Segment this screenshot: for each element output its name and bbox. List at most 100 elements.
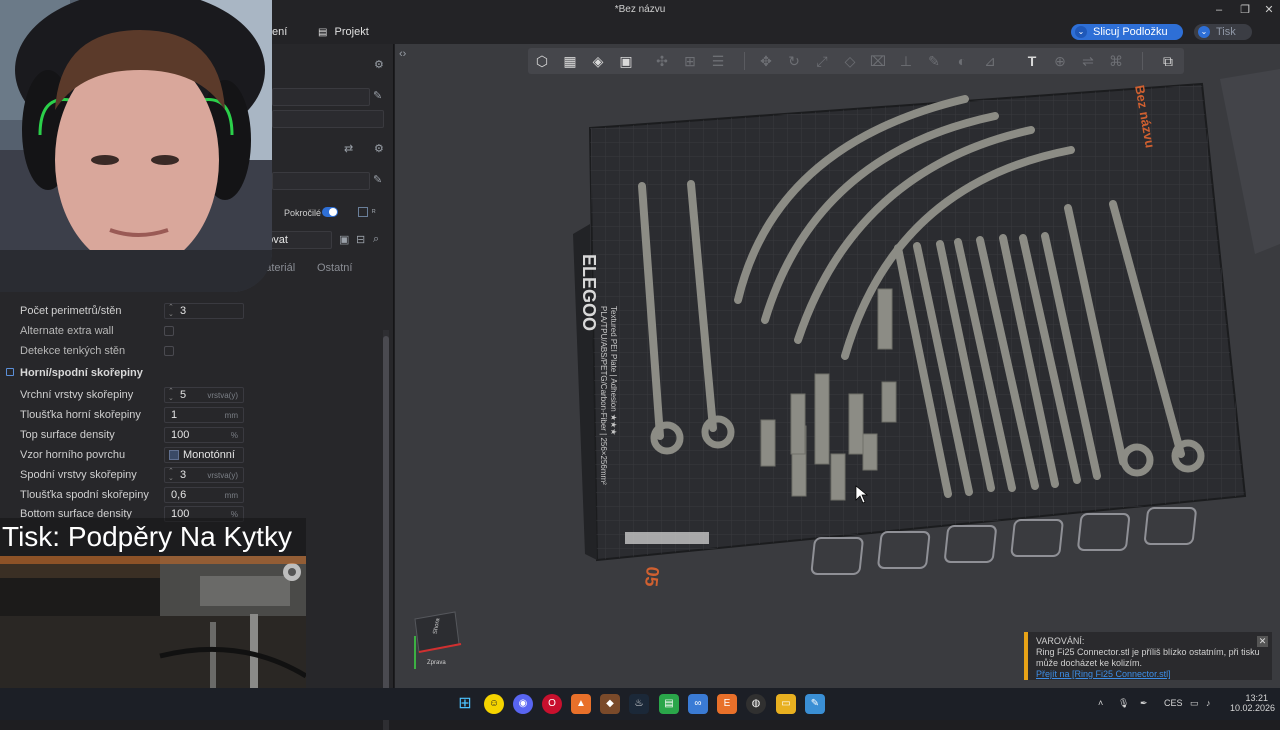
add-cube-icon[interactable]: ⬡ bbox=[532, 51, 552, 71]
discord-icon[interactable]: ◉ bbox=[513, 694, 533, 714]
wall-loops-input[interactable]: ⌃ ⌄ 3 bbox=[164, 303, 244, 319]
bottom-layers-input[interactable]: ⌃ ⌄ 3 vrstva(y) bbox=[164, 467, 244, 483]
layers-icon[interactable]: ☰ bbox=[708, 51, 728, 71]
bed-field[interactable] bbox=[272, 110, 384, 128]
orient-icon[interactable]: ◈ bbox=[588, 51, 608, 71]
plate-thumbnail bbox=[625, 532, 709, 544]
spreadsheet-icon[interactable]: ▤ bbox=[659, 694, 679, 714]
compare-icon[interactable] bbox=[358, 207, 368, 217]
scale-icon[interactable]: ⤢ bbox=[812, 51, 832, 71]
pen-icon[interactable]: ✒ bbox=[1140, 698, 1148, 709]
slicer-app-icon[interactable]: ▲ bbox=[571, 694, 591, 714]
language-indicator[interactable]: CES bbox=[1164, 698, 1183, 708]
slice-plate-button[interactable]: ⌄ Slicuj Podložku bbox=[1071, 24, 1183, 40]
reset-icon[interactable]: ᴿ bbox=[372, 208, 376, 217]
grid-icon[interactable]: ▦ bbox=[560, 51, 580, 71]
paint-app-icon[interactable]: ✎ bbox=[805, 694, 825, 714]
print-button[interactable]: ⌄ Tisk bbox=[1194, 24, 1252, 40]
lay-on-face-icon[interactable]: ◇ bbox=[840, 51, 860, 71]
meet-icon[interactable]: ∞ bbox=[688, 694, 708, 714]
advanced-toggle[interactable] bbox=[322, 207, 338, 217]
webcam-overlay bbox=[0, 0, 272, 292]
brim-icon[interactable]: ⌘ bbox=[1106, 51, 1126, 71]
filament-settings-icon[interactable]: ⚙ bbox=[374, 142, 384, 155]
arrange-icon[interactable]: ▣ bbox=[616, 51, 636, 71]
windows-start-icon[interactable]: ⊞ bbox=[455, 694, 475, 714]
alternate-wall-checkbox[interactable] bbox=[164, 326, 174, 336]
warning-message: Ring Fi25 Connector.stl je příliš blízko… bbox=[1036, 647, 1260, 668]
volume-icon[interactable]: ♪ bbox=[1206, 698, 1211, 708]
edit-icon[interactable]: ✎ bbox=[373, 89, 382, 102]
printer-field[interactable] bbox=[272, 88, 370, 106]
sync-icon[interactable]: ⇄ bbox=[344, 142, 353, 155]
advanced-label: Pokročilé bbox=[284, 208, 322, 218]
rotate-icon[interactable]: ↻ bbox=[784, 51, 804, 71]
param-label: Vzor horního povrchu bbox=[20, 449, 126, 461]
search-icon[interactable]: ⌕ bbox=[373, 233, 379, 246]
scrollbar[interactable] bbox=[383, 330, 389, 730]
top-layers-input[interactable]: ⌃ ⌄ 5 vrstva(y) bbox=[164, 387, 244, 403]
warning-link[interactable]: Přejít na [Ring Fi25 Connector.stl] bbox=[1036, 669, 1264, 680]
filament-field[interactable] bbox=[272, 172, 370, 190]
cut-icon[interactable]: ⌧ bbox=[868, 51, 888, 71]
seam-icon[interactable]: ✎ bbox=[924, 51, 944, 71]
menu-item-prepare[interactable]: ení bbox=[272, 26, 287, 38]
plate-number: 05 bbox=[641, 566, 663, 588]
folder-icon[interactable]: ▭ bbox=[776, 694, 796, 714]
bottom-thickness-input[interactable]: 0,6 mm bbox=[164, 487, 244, 503]
param-label: Spodní vrstvy skořepiny bbox=[20, 469, 137, 481]
monitor-icon[interactable]: ▭ bbox=[1190, 698, 1199, 709]
supports-icon[interactable]: ⊥ bbox=[896, 51, 916, 71]
split-parts-icon[interactable]: ⊞ bbox=[680, 51, 700, 71]
layout-icon[interactable]: ⧉ bbox=[1158, 51, 1178, 71]
split-objects-icon[interactable]: ✣ bbox=[652, 51, 672, 71]
top-density-input[interactable]: 100 % bbox=[164, 427, 244, 443]
paint-icon[interactable]: ◐ bbox=[952, 51, 972, 71]
emboss-icon[interactable]: ⊕ bbox=[1050, 51, 1070, 71]
obs-icon[interactable]: ◍ bbox=[746, 694, 766, 714]
close-icon[interactable]: ✕ bbox=[1257, 636, 1268, 647]
chevron-up-icon[interactable]: ˄ bbox=[1098, 698, 1103, 708]
clock[interactable]: 13:21 10.02.2026 bbox=[1230, 693, 1275, 713]
printer-camera-feed bbox=[0, 556, 306, 688]
delete-icon[interactable]: ⊟ bbox=[356, 233, 365, 246]
unit-label: mm bbox=[224, 491, 238, 500]
snapchat-icon[interactable]: ☺ bbox=[484, 694, 504, 714]
save-icon[interactable]: ▣ bbox=[339, 233, 349, 246]
3d-viewport[interactable]: ‹› ELEGOO PLA/TPU/ABS/PETG/Carbon-Fiber … bbox=[395, 44, 1280, 688]
close-icon[interactable]: ✕ bbox=[1262, 3, 1276, 17]
document-icon: ▤ bbox=[318, 27, 328, 38]
move-icon[interactable]: ✥ bbox=[756, 51, 776, 71]
stepper-icon[interactable]: ⌃ ⌄ bbox=[168, 388, 174, 402]
menu-item-project[interactable]: ▤ Projekt bbox=[318, 26, 369, 38]
param-label: Počet perimetrů/stěn bbox=[20, 305, 122, 317]
stepper-icon[interactable]: ⌃ ⌄ bbox=[168, 468, 174, 482]
maximize-icon[interactable]: ❐ bbox=[1238, 3, 1252, 17]
app-icon[interactable]: ◆ bbox=[600, 694, 620, 714]
edit-icon[interactable]: ✎ bbox=[373, 173, 382, 186]
top-thickness-input[interactable]: 1 mm bbox=[164, 407, 244, 423]
unit-label: vrstva(y) bbox=[207, 391, 238, 400]
chevron-down-icon[interactable]: ⌄ bbox=[1075, 26, 1087, 38]
unit-label: mm bbox=[224, 411, 238, 420]
section-title: Horní/spodní skořepiny bbox=[20, 367, 143, 379]
wall-loops-value: 3 bbox=[180, 305, 187, 317]
text-tool-icon[interactable]: T bbox=[1022, 51, 1042, 71]
nav-cube-front: Zprava bbox=[427, 660, 446, 666]
steam-icon[interactable]: ♨ bbox=[629, 694, 649, 714]
assembly-icon[interactable]: ⇌ bbox=[1078, 51, 1098, 71]
chevron-down-icon[interactable]: ⌄ bbox=[1198, 26, 1210, 38]
stepper-icon[interactable]: ⌃ ⌄ bbox=[168, 304, 174, 318]
clock-time: 13:21 bbox=[1245, 693, 1268, 703]
taskbar: ⊞ ☺ ◉ O ▲ ◆ ♨ ▤ ∞ E ◍ ▭ ✎ ˄ 🎙 ✒ CES ▭ ♪ … bbox=[0, 688, 1280, 720]
minimize-icon[interactable]: – bbox=[1212, 3, 1226, 17]
tab-others[interactable]: Ostatní bbox=[317, 262, 352, 274]
thin-wall-checkbox[interactable] bbox=[164, 346, 174, 356]
mic-icon[interactable]: 🎙 bbox=[1118, 698, 1129, 709]
top-pattern-select[interactable]: Monotónní ... bbox=[164, 447, 244, 475]
measure-icon[interactable]: ⊿ bbox=[980, 51, 1000, 71]
bottom-layers-value: 3 bbox=[180, 469, 187, 481]
settings-sliders-icon[interactable]: ⚙ bbox=[374, 58, 384, 71]
opera-icon[interactable]: O bbox=[542, 694, 562, 714]
orca-icon[interactable]: E bbox=[717, 694, 737, 714]
